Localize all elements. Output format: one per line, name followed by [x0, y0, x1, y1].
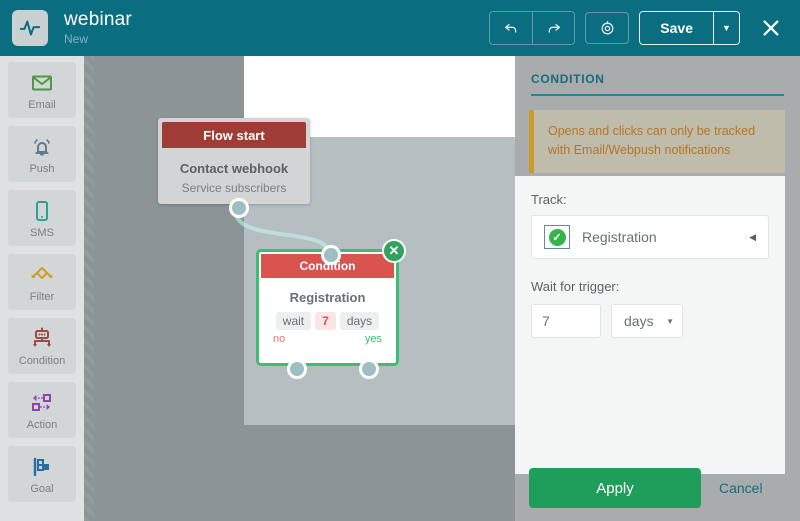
app-logo — [12, 10, 48, 46]
page-title: webinar — [64, 9, 132, 31]
close-button[interactable] — [754, 11, 788, 45]
panel-form: Track: ✓ Registration ◀ Wait for trigger… — [515, 176, 785, 474]
redo-button[interactable] — [532, 12, 574, 44]
sidebar-item-label: Email — [28, 98, 56, 111]
sidebar-item-label: Goal — [30, 482, 54, 495]
caret-left-icon: ◀ — [749, 231, 756, 242]
sidebar-item-goal[interactable]: Goal — [8, 446, 76, 502]
target-gear-icon — [601, 20, 614, 34]
undo-arrow-icon — [505, 23, 517, 33]
sidebar-item-label: Action — [26, 418, 58, 431]
branch-label-yes: yes — [364, 333, 382, 345]
wait-row: 7 days ▼ — [531, 304, 769, 338]
undo-redo-group — [489, 11, 576, 45]
condition-node-icon — [29, 326, 55, 352]
flow-start-title: Contact webhook — [179, 161, 289, 176]
wait-label: Wait for trigger: — [531, 279, 620, 294]
save-button-group: Save ▼ — [639, 11, 740, 45]
wait-unit-value: days — [624, 313, 654, 329]
header-title-block: webinar New — [64, 10, 132, 46]
sidebar-item-label: Push — [29, 162, 55, 175]
panel-title-rule — [531, 94, 784, 96]
sidebar-item-filter[interactable]: Filter — [8, 254, 76, 310]
flow-start-node[interactable]: Flow start Contact webhook Service subsc… — [158, 118, 310, 204]
panel-header: CONDITION — [515, 56, 800, 96]
cancel-button[interactable]: Cancel — [719, 480, 763, 496]
save-button[interactable]: Save — [640, 12, 713, 44]
condition-node[interactable]: Condition Registration wait 7 days no ye… — [256, 249, 399, 366]
mobile-phone-icon — [30, 198, 54, 224]
pill-unit: days — [339, 312, 380, 330]
properties-panel: CONDITION Opens and clicks can only be t… — [515, 56, 800, 521]
track-select-value: Registration — [582, 229, 657, 245]
caret-down-icon: ▼ — [666, 316, 674, 326]
condition-node-title: Registration — [289, 290, 366, 305]
close-x-icon — [763, 20, 779, 36]
header-toolbar: Save ▼ — [489, 0, 788, 56]
sidebar-item-action[interactable]: Action — [8, 382, 76, 438]
condition-output-handle-no[interactable] — [287, 359, 307, 379]
sidebar-item-label: Condition — [18, 354, 66, 367]
condition-node-pills: wait 7 days — [259, 312, 396, 330]
sidebar-item-label: SMS — [30, 226, 54, 239]
panel-right-gutter — [785, 56, 800, 521]
sidebar-item-label: Filter — [29, 290, 55, 303]
sidebar-item-push[interactable]: Push — [8, 126, 76, 182]
flow-start-output-handle[interactable] — [229, 198, 249, 218]
settings-button[interactable] — [585, 12, 630, 44]
chevron-down-icon: ▼ — [722, 23, 731, 33]
branch-label-no: no — [273, 333, 286, 345]
undo-button[interactable] — [490, 12, 532, 44]
envelope-icon — [30, 70, 54, 96]
sidebar-item-sms[interactable]: SMS — [8, 190, 76, 246]
track-select[interactable]: ✓ Registration ◀ — [531, 215, 769, 259]
pill-wait: wait — [275, 312, 312, 330]
page-subtitle: New — [64, 32, 89, 47]
apply-button[interactable]: Apply — [529, 468, 701, 508]
panel-title: CONDITION — [531, 72, 605, 86]
pulse-waveform-icon — [19, 20, 41, 36]
wait-unit-select[interactable]: days ▼ — [611, 304, 683, 338]
left-sidebar: Email Push SMS Filter Condition Action G… — [0, 56, 84, 521]
action-squares-icon — [29, 390, 55, 416]
flow-start-subtitle: Service subscribers — [181, 181, 287, 195]
filter-diamond-icon — [29, 262, 55, 288]
warning-message: Opens and clicks can only be tracked wit… — [529, 110, 786, 173]
flag-goal-icon — [29, 454, 55, 480]
close-x-icon: ✕ — [388, 243, 400, 258]
save-dropdown-button[interactable]: ▼ — [713, 12, 739, 44]
sidebar-item-email[interactable]: Email — [8, 62, 76, 118]
delete-node-button[interactable]: ✕ — [382, 239, 406, 263]
flow-start-header: Flow start — [162, 122, 306, 148]
app-header: webinar New Save ▼ — [0, 0, 800, 56]
flow-canvas[interactable]: Flow start Contact webhook Service subsc… — [84, 56, 515, 521]
condition-output-handle-yes[interactable] — [359, 359, 379, 379]
wait-value-input[interactable]: 7 — [531, 304, 601, 338]
redo-arrow-icon — [548, 23, 560, 33]
track-label: Track: — [531, 192, 567, 207]
bell-icon — [30, 134, 54, 160]
condition-input-handle[interactable] — [321, 245, 341, 265]
sidebar-item-condition[interactable]: Condition — [8, 318, 76, 374]
pill-value: 7 — [315, 312, 336, 330]
condition-branch-labels: no yes — [259, 330, 396, 345]
app-root: webinar New Save ▼ Email Push SMS Filter… — [0, 0, 800, 521]
panel-footer: Apply Cancel — [515, 455, 800, 521]
green-check-badge-icon: ✓ — [544, 225, 570, 249]
